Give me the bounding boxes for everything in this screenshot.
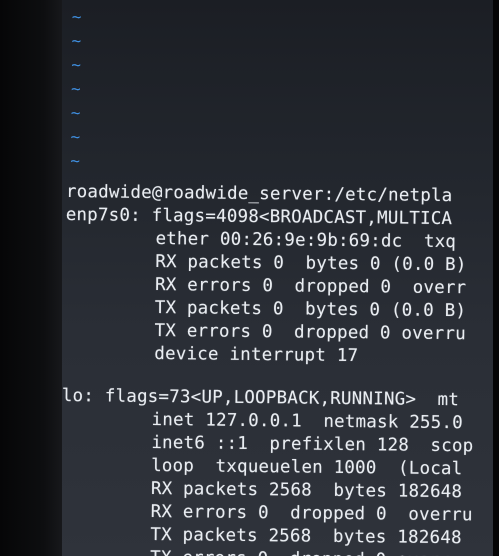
interface-detail-line: inet 127.0.0.1 netmask 255.0 xyxy=(151,409,464,434)
interface-detail-line: ether 00:26:9e:9b:69:dc txq xyxy=(155,228,457,253)
interface-detail-line: TX errors 0 dropped 0 overru xyxy=(154,320,466,345)
interface-detail-line: RX packets 2568 bytes 182648 xyxy=(150,478,463,503)
vim-empty-line-marker: ~ xyxy=(70,79,81,99)
interface-detail-line: TX errors 0 dropped 0 overru xyxy=(150,548,462,556)
interface-detail-line: TX packets 0 bytes 0 (0.0 B) xyxy=(154,297,467,322)
terminal-output: ~ ~ ~ ~ ~ ~ ~ roadwide@roadwide_server:/… xyxy=(62,0,493,556)
vim-empty-line-marker: ~ xyxy=(70,127,81,147)
interface-detail-line: TX packets 2568 bytes 182648 xyxy=(150,524,462,549)
interface-detail-line: inet6 ::1 prefixlen 128 scop xyxy=(151,432,474,457)
interface-detail-line: RX errors 0 dropped 0 overru xyxy=(150,501,473,526)
shell-prompt: roadwide@roadwide_server:/etc/netpla xyxy=(65,182,453,207)
vim-empty-line-marker: ~ xyxy=(71,31,82,51)
vim-empty-line-marker: ~ xyxy=(71,55,82,75)
monitor-bezel-left xyxy=(0,0,62,556)
interface-detail-line: loop txqueuelen 1000 (Local xyxy=(151,455,463,480)
vim-empty-line-marker: ~ xyxy=(70,103,81,123)
interface-header-lo: lo: flags=73<UP,LOOPBACK,RUNNING> mt xyxy=(62,386,460,411)
vim-empty-line-marker: ~ xyxy=(70,151,81,171)
interface-detail-line: RX packets 0 bytes 0 (0.0 B) xyxy=(155,251,467,276)
terminal-window[interactable]: ~ ~ ~ ~ ~ ~ ~ roadwide@roadwide_server:/… xyxy=(62,0,493,556)
interface-detail-line: device interrupt 17 xyxy=(154,343,359,367)
interface-header-enp7s0: enp7s0: flags=4098<BROADCAST,MULTICA xyxy=(65,205,453,230)
vim-empty-line-marker: ~ xyxy=(71,7,82,27)
interface-detail-line: RX errors 0 dropped 0 overr xyxy=(154,274,467,299)
monitor-bezel-right xyxy=(493,0,499,556)
